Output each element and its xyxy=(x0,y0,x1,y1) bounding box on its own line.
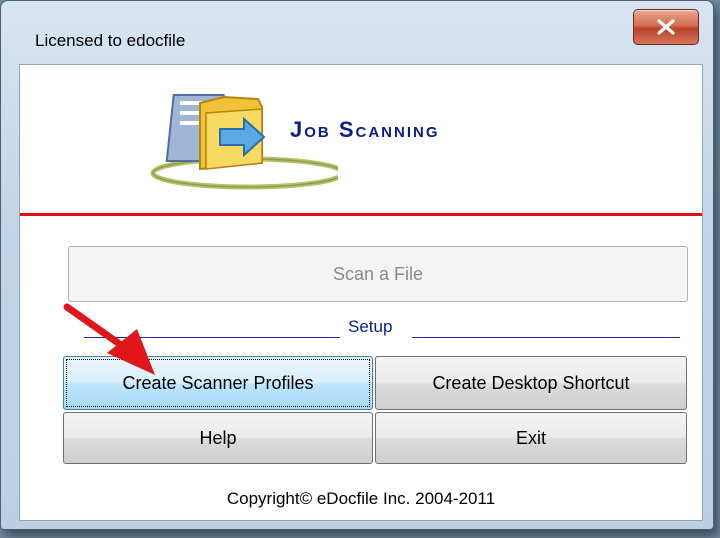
setup-line-right xyxy=(412,337,680,338)
help-button[interactable]: Help xyxy=(63,412,373,464)
create-desktop-shortcut-button[interactable]: Create Desktop Shortcut xyxy=(375,356,687,410)
header-divider xyxy=(20,213,702,216)
close-button[interactable] xyxy=(633,9,699,45)
title-bar[interactable]: Licensed to edocfile xyxy=(1,1,713,63)
close-icon xyxy=(657,19,675,35)
setup-separator: Setup xyxy=(84,317,696,341)
scan-file-button[interactable]: Scan a File xyxy=(68,246,688,302)
dialog-window: Licensed to edocfile Job Scanning Scan a… xyxy=(0,0,714,530)
dialog-body: Job Scanning Scan a File Setup Create Sc… xyxy=(19,64,703,521)
copyright-text: Copyright© eDocfile Inc. 2004-2011 xyxy=(226,489,496,508)
exit-button[interactable]: Exit xyxy=(375,412,687,464)
setup-label: Setup xyxy=(348,317,393,336)
app-title: Job Scanning xyxy=(290,117,440,142)
window-title: Licensed to edocfile xyxy=(35,31,186,50)
red-arrow-icon xyxy=(63,303,155,375)
